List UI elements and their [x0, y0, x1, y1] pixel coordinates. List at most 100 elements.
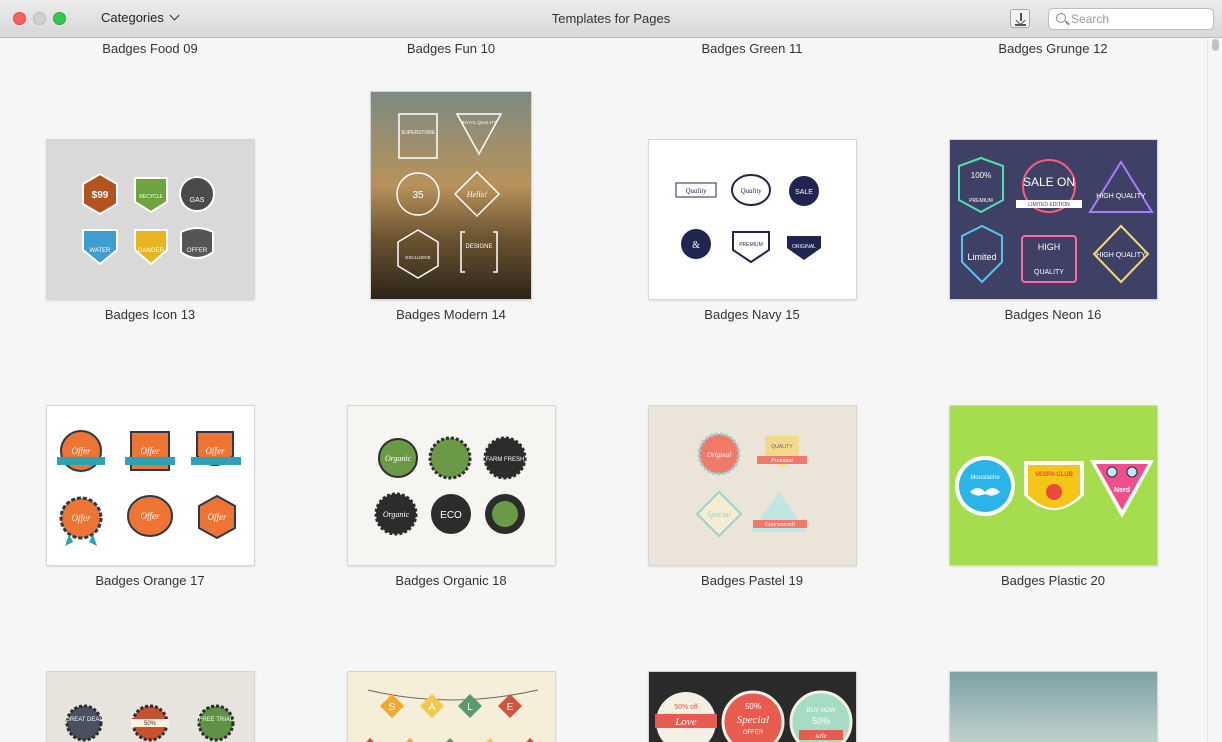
- close-window-button[interactable]: [13, 12, 26, 25]
- search-field[interactable]: [1048, 8, 1214, 30]
- badge-text: Limited: [967, 252, 996, 262]
- badge-text: SALE ON: [1023, 175, 1075, 189]
- badge-text: &: [692, 240, 700, 251]
- template-thumbnail-badges-plastic-20[interactable]: Moustache VESPA CLUB Nerd: [950, 406, 1157, 565]
- template-thumbnail-badges-organic-18[interactable]: Organic FARM FRESH Organic ECO: [348, 406, 555, 565]
- badges-orange-preview: Offer Offer Offer Offer Offer Offer: [57, 430, 241, 546]
- badge-text: VESPA CLUB: [1035, 472, 1074, 478]
- template-label[interactable]: Badges Fun 10: [346, 41, 556, 56]
- template-thumbnail-badges-pastel-19[interactable]: Original QUALITY Premium Special Guarant…: [649, 406, 856, 565]
- badge-text: Love: [674, 716, 697, 728]
- badge-text: WATER: [90, 248, 112, 254]
- badge-text: 50% off: [674, 704, 698, 711]
- badge-text: 35: [412, 190, 424, 201]
- badges-icon-preview: $99 RECYCLE GAS WATER DANGER OFFER: [82, 172, 215, 266]
- template-label[interactable]: Badges Modern 14: [346, 307, 556, 322]
- badge-text: RECYCLE: [139, 194, 163, 200]
- badge-text: EXCLUSIVE: [405, 255, 430, 260]
- landscape-preview: [950, 672, 1157, 742]
- badge-text: DESIGNE: [465, 244, 492, 250]
- badge-text: Offer: [72, 513, 91, 523]
- badge-text: 100%: [971, 171, 991, 180]
- chevron-down-icon: [169, 10, 180, 21]
- badge-text: QUALITY: [771, 444, 793, 450]
- sale-bunting-preview: S A L E: [348, 672, 555, 742]
- zoom-window-button[interactable]: [53, 12, 66, 25]
- window-title: Templates for Pages: [551, 11, 671, 26]
- badges-plastic-preview: Moustache VESPA CLUB Nerd: [950, 406, 1157, 565]
- badges-pastel-preview: Original QUALITY Premium Special Guarant…: [649, 406, 856, 565]
- badge-text: BUY NOW: [807, 708, 836, 714]
- template-thumbnail-badges-navy-15[interactable]: Quality Quality SALE & PREMIUM ORIGINAL: [649, 140, 856, 299]
- badge-text: DANGER: [138, 248, 164, 254]
- badge-text: Organic: [385, 454, 412, 463]
- template-label[interactable]: Badges Grunge 12: [948, 41, 1158, 56]
- badge-text: Offer: [141, 446, 160, 456]
- badge-text: HIGH: [1038, 242, 1061, 252]
- badge-text: 50%: [144, 721, 157, 727]
- template-label[interactable]: Badges Pastel 19: [647, 573, 857, 588]
- template-label[interactable]: Badges Icon 13: [45, 307, 255, 322]
- badge-text: GAS: [190, 197, 205, 204]
- template-thumbnail[interactable]: 50% off Love 50% Special OFFER BUY NOW 5…: [649, 672, 856, 742]
- minimize-window-button[interactable]: [33, 12, 46, 25]
- badge-text: Moustache: [970, 475, 1000, 481]
- badge-text: SUPERSTORE: [401, 130, 436, 136]
- download-button[interactable]: [1010, 9, 1030, 28]
- badge-text: OFFER: [187, 248, 208, 254]
- badge-text: $99: [92, 190, 109, 201]
- badge-text: Original: [707, 451, 731, 459]
- badge-text: FREE TRIAL: [199, 717, 234, 723]
- badge-text: Special: [737, 714, 769, 726]
- badge-text: Offer: [141, 511, 160, 521]
- badge-text: Offer: [208, 512, 227, 522]
- template-label[interactable]: Badges Green 11: [647, 41, 857, 56]
- badge-text: PREMIUM: [739, 242, 763, 248]
- badge-text: HIGH QUALITY: [1096, 252, 1146, 259]
- badges-modern-preview: SUPERSTORE ROYAL QUALITY 35 Hello! EXCLU…: [371, 92, 531, 299]
- badge-text: A: [429, 702, 436, 713]
- template-thumbnail-badges-modern-14[interactable]: SUPERSTORE ROYAL QUALITY 35 Hello! EXCLU…: [371, 92, 531, 299]
- scrollbar-thumb[interactable]: [1212, 39, 1219, 51]
- template-thumbnail-badges-neon-16[interactable]: 100% PREMIUM SALE ON LIMITED EDITION HIG…: [950, 140, 1157, 299]
- search-input[interactable]: [1071, 11, 1209, 27]
- badge-text: ORIGINAL: [792, 244, 816, 250]
- template-thumbnail[interactable]: GREAT DEAL 50% FREE TRIAL: [47, 672, 254, 742]
- template-label[interactable]: Badges Organic 18: [346, 573, 556, 588]
- template-thumbnail-badges-orange-17[interactable]: Offer Offer Offer Offer Offer Offer: [47, 406, 254, 565]
- badge-text: PREMIUM: [969, 198, 993, 204]
- badge-text: Guaranteed!: [765, 522, 796, 528]
- template-label[interactable]: Badges Neon 16: [948, 307, 1158, 322]
- badge-text: 50%: [745, 702, 761, 711]
- badge-text: Nerd: [1114, 487, 1130, 494]
- badge-text: GREAT DEAL: [65, 717, 103, 723]
- badges-neon-preview: 100% PREMIUM SALE ON LIMITED EDITION HIG…: [950, 140, 1157, 299]
- template-thumbnail[interactable]: [950, 672, 1157, 742]
- template-label[interactable]: Badges Navy 15: [647, 307, 857, 322]
- categories-dropdown[interactable]: Categories: [101, 10, 180, 25]
- badge-text: Quality: [741, 187, 763, 195]
- categories-label: Categories: [101, 10, 164, 25]
- template-thumbnail-badges-icon-13[interactable]: $99 RECYCLE GAS WATER DANGER OFFER: [47, 140, 254, 299]
- badge-text: HIGH QUALITY: [1096, 193, 1146, 200]
- template-thumbnail[interactable]: S A L E: [348, 672, 555, 742]
- badge-text: Offer: [206, 446, 225, 456]
- badges-navy-preview: Quality Quality SALE & PREMIUM ORIGINAL: [675, 174, 821, 264]
- badge-text: Quality: [686, 187, 708, 195]
- badge-text: FARM FRESH: [486, 457, 525, 463]
- badge-text: ECO: [440, 510, 462, 521]
- vertical-scrollbar[interactable]: [1207, 39, 1222, 742]
- badge-text: QUALITY: [1034, 269, 1064, 276]
- template-label[interactable]: Badges Orange 17: [45, 573, 255, 588]
- love-sale-preview: 50% off Love 50% Special OFFER BUY NOW 5…: [649, 672, 856, 742]
- badge-text: OFFER: [743, 730, 764, 736]
- badge-text: Offer: [72, 446, 91, 456]
- title-bar: Categories Templates for Pages: [0, 0, 1222, 38]
- badge-text: sale: [815, 732, 826, 740]
- template-label[interactable]: Badges Food 09: [45, 41, 255, 56]
- badge-text: Organic: [383, 510, 410, 519]
- template-label[interactable]: Badges Plastic 20: [948, 573, 1158, 588]
- badge-text: LIMITED EDITION: [1028, 202, 1070, 208]
- template-grid: Badges Food 09 Badges Fun 10 Badges Gree…: [0, 39, 1207, 742]
- badge-text: Premium: [770, 458, 793, 464]
